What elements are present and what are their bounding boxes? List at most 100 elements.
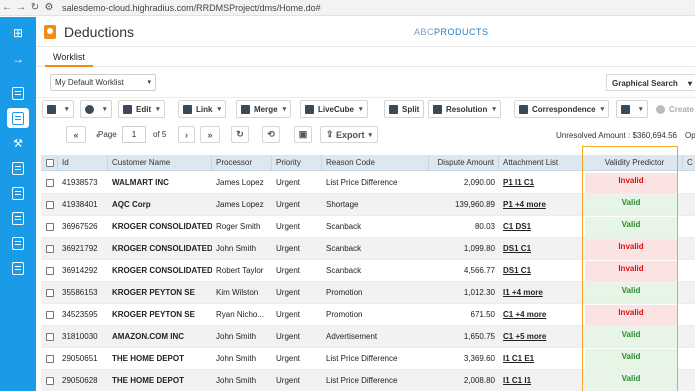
cell-id[interactable]: 41938573 bbox=[62, 172, 110, 193]
col-customer-name[interactable]: Customer Name bbox=[108, 155, 212, 170]
row-checkbox[interactable] bbox=[46, 178, 54, 187]
cell-amount: 2,008.80 bbox=[463, 376, 495, 385]
cell-amount: 1,099.80 bbox=[463, 244, 495, 253]
chevron-down-icon: ▾ bbox=[492, 106, 496, 113]
table-row[interactable]: 29050628 THE HOME DEPOT John Smith Urgent Li… bbox=[41, 370, 695, 391]
cell-attachments[interactable]: I1 C1 E1 bbox=[503, 348, 583, 369]
sidebar: ⊞ → ⚒ bbox=[0, 17, 36, 391]
browser-bar: ← → ↻ ⚙ salesdemo-cloud.highradius.com/R… bbox=[0, 0, 695, 16]
forward-icon[interactable]: → bbox=[14, 2, 28, 13]
col-reason-code[interactable]: Reason Code bbox=[322, 155, 429, 170]
cell-id[interactable]: 36967526 bbox=[62, 216, 110, 237]
row-checkbox[interactable] bbox=[46, 376, 54, 385]
gavel-icon[interactable]: ⚒ bbox=[7, 133, 29, 153]
table-row[interactable]: 41938401 AQC Corp James Lopez Urgent Shortag… bbox=[41, 194, 695, 216]
expand-arrow-icon[interactable]: → bbox=[7, 49, 29, 69]
cell-attachments[interactable]: P1 I1 C1 bbox=[503, 172, 583, 193]
cell-id[interactable]: 36921792 bbox=[62, 238, 110, 259]
col-id[interactable]: Id bbox=[58, 155, 108, 170]
view-button[interactable]: ▾ bbox=[42, 100, 74, 118]
tab-worklist[interactable]: Worklist bbox=[45, 48, 93, 67]
resolution-button[interactable]: Resolution ▾ bbox=[428, 100, 501, 118]
next-page-button[interactable]: › bbox=[178, 126, 195, 143]
row-checkbox[interactable] bbox=[46, 354, 54, 363]
cell-id[interactable]: 29050628 bbox=[62, 370, 110, 391]
create-button[interactable]: Create bbox=[652, 100, 695, 118]
table-row[interactable]: 36967526 KROGER CONSOLIDATED Roger Smith Ur… bbox=[41, 216, 695, 238]
row-checkbox[interactable] bbox=[46, 244, 54, 253]
email-button[interactable]: ▾ bbox=[616, 100, 648, 118]
col-dispute-amount[interactable]: Dispute Amount bbox=[429, 155, 499, 170]
cell-id[interactable]: 35586153 bbox=[62, 282, 110, 303]
row-checkbox[interactable] bbox=[46, 310, 54, 319]
refresh-icon[interactable]: ↻ bbox=[231, 126, 249, 143]
col-priority[interactable]: Priority bbox=[272, 155, 322, 170]
cell-attachments[interactable]: I1 C1 I1 bbox=[503, 370, 583, 391]
cell-attachments[interactable]: C1 +4 more bbox=[503, 304, 583, 325]
cell-amount: 1,012.30 bbox=[463, 288, 495, 297]
row-checkbox[interactable] bbox=[46, 222, 54, 231]
table-row[interactable]: 31810030 AMAZON.COM INC John Smith Urgent Ad… bbox=[41, 326, 695, 348]
sidebar-item-tasks-icon[interactable] bbox=[7, 183, 29, 203]
select-all-checkbox[interactable] bbox=[41, 155, 58, 170]
cell-id[interactable]: 34523595 bbox=[62, 304, 110, 325]
table-row[interactable]: 34523595 KROGER PEYTON SE Ryan Nicho... Urg… bbox=[41, 304, 695, 326]
first-page-button[interactable]: « bbox=[66, 126, 86, 143]
sidebar-item-report-icon[interactable] bbox=[7, 158, 29, 178]
worklist-select[interactable]: My Default Worklist ▾ bbox=[50, 74, 156, 91]
cell-attachments[interactable]: P1 +4 more bbox=[503, 194, 583, 215]
address-bar[interactable]: salesdemo-cloud.highradius.com/RRDMSProj… bbox=[62, 3, 321, 13]
sidebar-item-deductions-icon[interactable] bbox=[7, 108, 29, 128]
table-row[interactable]: 41938573 WALMART INC James Lopez Urgent List… bbox=[41, 172, 695, 194]
cell-id[interactable]: 31810030 bbox=[62, 326, 110, 347]
cell-attachments[interactable]: C1 +5 more bbox=[503, 326, 583, 347]
col-processor[interactable]: Processor bbox=[212, 155, 272, 170]
cell-id[interactable]: 41938401 bbox=[62, 194, 110, 215]
cell-amount: 139,960.89 bbox=[454, 200, 495, 209]
graphical-search-button[interactable]: Graphical Search ▾ A bbox=[606, 74, 695, 91]
save-icon[interactable]: ▣ bbox=[294, 126, 312, 143]
row-checkbox[interactable] bbox=[46, 288, 54, 297]
table-row[interactable]: 36921792 KROGER CONSOLIDATED John Smith Urg… bbox=[41, 238, 695, 260]
merge-button[interactable]: Merge ▾ bbox=[236, 100, 292, 118]
checkbox[interactable] bbox=[46, 158, 54, 167]
page-input[interactable]: 1 bbox=[122, 126, 146, 143]
row-checkbox[interactable] bbox=[46, 200, 54, 209]
split-button[interactable]: Split bbox=[384, 100, 425, 118]
col-next[interactable]: C bbox=[683, 155, 695, 170]
cell-priority: Urgent bbox=[276, 200, 301, 209]
export-button[interactable]: ⇪ Export ▾ bbox=[320, 126, 378, 143]
table-row[interactable]: 36914292 KROGER CONSOLIDATED Robert Taylor… bbox=[41, 260, 695, 282]
sidebar-item-worklist-icon[interactable] bbox=[7, 83, 29, 103]
edit-button[interactable]: Edit ▾ bbox=[118, 100, 165, 118]
add-button[interactable]: ▾ bbox=[80, 100, 112, 118]
cell-attachments[interactable]: I1 +4 more bbox=[503, 282, 583, 303]
cell-attachments[interactable]: DS1 C1 bbox=[503, 260, 583, 281]
sidebar-item-approvals-icon[interactable] bbox=[7, 233, 29, 253]
apps-grid-icon[interactable]: ⊞ bbox=[7, 23, 29, 43]
livecube-button[interactable]: LiveCube ▾ bbox=[300, 100, 368, 118]
reload-icon[interactable]: ↻ bbox=[28, 2, 42, 13]
table-row[interactable]: 29050651 THE HOME DEPOT John Smith Urgent Li… bbox=[41, 348, 695, 370]
cell-amount: 1,650.75 bbox=[463, 332, 495, 341]
sidebar-item-list-icon[interactable] bbox=[7, 258, 29, 278]
site-info-icon[interactable]: ⚙ bbox=[42, 2, 56, 13]
last-page-button[interactable]: » bbox=[200, 126, 220, 143]
cell-id[interactable]: 29050651 bbox=[62, 348, 110, 369]
worklist-select-value: My Default Worklist bbox=[55, 78, 124, 87]
history-icon[interactable]: ⟲ bbox=[262, 126, 280, 143]
col-attachment-list[interactable]: Attachment List bbox=[499, 155, 583, 170]
cell-attachments[interactable]: DS1 C1 bbox=[503, 238, 583, 259]
row-checkbox[interactable] bbox=[46, 266, 54, 275]
row-checkbox[interactable] bbox=[46, 332, 54, 341]
correspondence-button[interactable]: Correspondence ▾ bbox=[514, 100, 610, 118]
back-icon[interactable]: ← bbox=[0, 2, 14, 13]
table-row[interactable]: 35586153 KROGER PEYTON SE Kim Wilston Urgen… bbox=[41, 282, 695, 304]
col-validity-predictor[interactable]: Validity Predictor bbox=[583, 155, 683, 170]
cell-attachments[interactable]: C1 DS1 bbox=[503, 216, 583, 237]
unresolved-amount-text: Unresolved Amount : $360,694.56 bbox=[556, 131, 677, 140]
cell-id[interactable]: 36914292 bbox=[62, 260, 110, 281]
link-button[interactable]: Link ▾ bbox=[178, 100, 226, 118]
cell-amount: 3,369.60 bbox=[463, 354, 495, 363]
sidebar-item-edit-icon[interactable] bbox=[7, 208, 29, 228]
